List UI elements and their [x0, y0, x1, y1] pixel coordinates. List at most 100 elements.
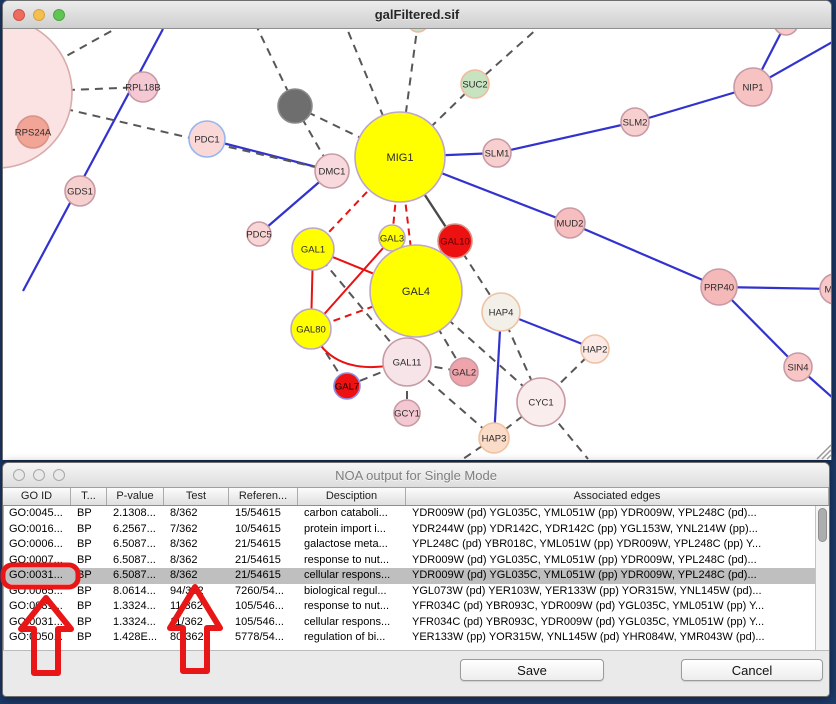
close-button[interactable] [13, 9, 25, 21]
main-window: galFiltered.sif RPL18BRPS24AGDS1PDC1DMC1… [2, 0, 832, 460]
column-header-desciption[interactable]: Desciption [298, 488, 406, 505]
network-node-PDC5[interactable] [247, 222, 271, 246]
table-row[interactable]: GO:0016...BP6.2567...7/36210/54615protei… [4, 522, 815, 538]
table-cell: BP [72, 522, 108, 538]
table-cell: regulation of bi... [299, 630, 407, 646]
table-cell: 21/54615 [230, 553, 299, 569]
network-node-SIN4[interactable] [784, 353, 812, 381]
network-graph: RPL18BRPS24AGDS1PDC1DMC1MIG1SUC2SLM1SLM2… [3, 29, 831, 460]
close-button-inactive[interactable] [13, 469, 25, 481]
network-node-GCY1[interactable] [394, 400, 420, 426]
network-node-GAL11[interactable] [383, 338, 431, 386]
column-header-t[interactable]: T... [71, 488, 107, 505]
network-node-HAP2[interactable] [581, 335, 609, 363]
minimize-button[interactable] [33, 9, 45, 21]
table-row[interactable]: GO:0050...BP1.428E...80/3625778/54...reg… [4, 630, 815, 646]
table-cell: GO:0045... [4, 506, 72, 522]
network-node-top-green[interactable] [408, 29, 428, 32]
network-node-GDS1[interactable] [65, 176, 95, 206]
table-cell: 11/362 [165, 599, 230, 615]
table-cell: GO:0050... [4, 630, 72, 646]
main-window-title: galFiltered.sif [3, 7, 831, 22]
table-row[interactable]: GO:0031...BP1.3324...11/362105/546...cel… [4, 615, 815, 631]
column-header-test[interactable]: Test [164, 488, 229, 505]
table-cell: 1.3324... [108, 599, 165, 615]
table-row[interactable]: GO:0065...BP8.0614...94/3627260/54...bio… [4, 584, 815, 600]
network-node-HAP4[interactable] [482, 293, 520, 331]
table-cell: 21/54615 [230, 537, 299, 553]
network-node-MSN[interactable] [820, 274, 831, 304]
network-node-RPS24A[interactable] [17, 116, 49, 148]
network-node-GAL2[interactable] [450, 358, 478, 386]
output-window-titlebar[interactable]: NOA output for Single Mode [3, 463, 829, 488]
network-edge[interactable] [497, 122, 635, 153]
table-row[interactable]: GO:0007...BP6.5087...8/36221/54615respon… [4, 553, 815, 569]
network-node-top-pink[interactable] [774, 29, 798, 35]
table-cell: 10/54615 [230, 522, 299, 538]
table-cell: response to nut... [299, 553, 407, 569]
network-node-PDC1[interactable] [189, 121, 225, 157]
table-cell: 94/362 [165, 584, 230, 600]
table-cell: 105/546... [230, 599, 299, 615]
network-node-SUC2[interactable] [461, 70, 489, 98]
table-scrollbar[interactable] [815, 506, 829, 650]
network-edge[interactable] [570, 223, 719, 287]
table-cell: YGL073W (pd) YER103W, YER133W (pp) YOR31… [407, 584, 815, 600]
table-header[interactable]: GO IDT...P-valueTestReferen...Desciption… [3, 488, 829, 506]
network-node-gray-node[interactable] [278, 89, 312, 123]
table-cell: protein import i... [299, 522, 407, 538]
table-cell: BP [72, 584, 108, 600]
table-row[interactable]: GO:0031...BP1.3324...11/362105/546...res… [4, 599, 815, 615]
table-cell: GO:0006... [4, 537, 72, 553]
network-node-DMC1[interactable] [315, 154, 349, 188]
traffic-lights [13, 9, 65, 21]
table-cell: 6.5087... [108, 537, 165, 553]
network-node-RPL18B[interactable] [128, 72, 158, 102]
table-cell: 2.1308... [108, 506, 165, 522]
save-button[interactable]: Save [460, 659, 604, 681]
network-node-GAL4[interactable] [370, 245, 462, 337]
column-header-goid[interactable]: GO ID [3, 488, 71, 505]
network-node-MIG1[interactable] [355, 112, 445, 202]
table-body: GO:0045...BP2.1308...8/36215/54615carbon… [3, 506, 815, 650]
network-canvas[interactable]: RPL18BRPS24AGDS1PDC1DMC1MIG1SUC2SLM1SLM2… [3, 29, 831, 460]
network-node-SLM2[interactable] [621, 108, 649, 136]
button-panel: Save Cancel [3, 651, 829, 696]
table-row[interactable]: GO:0031...BP6.5087...8/36221/54615cellul… [4, 568, 815, 584]
minimize-button-inactive[interactable] [33, 469, 45, 481]
zoom-button[interactable] [53, 9, 65, 21]
table-cell: BP [72, 615, 108, 631]
table-cell: 6.5087... [108, 553, 165, 569]
table-cell: 6.5087... [108, 568, 165, 584]
output-traffic-lights [13, 469, 65, 481]
table-cell: cellular respons... [299, 568, 407, 584]
network-node-GAL7[interactable] [334, 373, 360, 399]
network-node-GAL1[interactable] [292, 228, 334, 270]
scrollbar-thumb[interactable] [818, 508, 827, 542]
network-node-NIP1[interactable] [734, 68, 772, 106]
table-cell: YDR009W (pd) YGL035C, YML051W (pp) YDR00… [407, 568, 815, 584]
table-cell: response to nut... [299, 599, 407, 615]
network-node-HAP3[interactable] [479, 423, 509, 453]
table-cell: 7/362 [165, 522, 230, 538]
column-header-referen[interactable]: Referen... [229, 488, 298, 505]
network-node-GAL80[interactable] [291, 309, 331, 349]
table-cell: GO:0065... [4, 584, 72, 600]
cancel-button[interactable]: Cancel [681, 659, 823, 681]
table-cell: cellular respons... [299, 615, 407, 631]
main-window-titlebar[interactable]: galFiltered.sif [3, 1, 831, 29]
table-cell: 5778/54... [230, 630, 299, 646]
table-row[interactable]: GO:0006...BP6.5087...8/36221/54615galact… [4, 537, 815, 553]
zoom-button-inactive[interactable] [53, 469, 65, 481]
column-header-pvalue[interactable]: P-value [107, 488, 164, 505]
network-node-SLM1[interactable] [483, 139, 511, 167]
network-node-PRP40[interactable] [701, 269, 737, 305]
network-node-MUD2[interactable] [555, 208, 585, 238]
column-header-associatededges[interactable]: Associated edges [406, 488, 829, 505]
network-node-CYC1[interactable] [517, 378, 565, 426]
table-row[interactable]: GO:0045...BP2.1308...8/36215/54615carbon… [4, 506, 815, 522]
table-cell: YDR009W (pd) YGL035C, YML051W (pp) YDR00… [407, 553, 815, 569]
table-cell: YPL248C (pd) YBR018C, YML051W (pp) YDR00… [407, 537, 815, 553]
table-cell: 11/362 [165, 615, 230, 631]
table-cell: BP [72, 506, 108, 522]
